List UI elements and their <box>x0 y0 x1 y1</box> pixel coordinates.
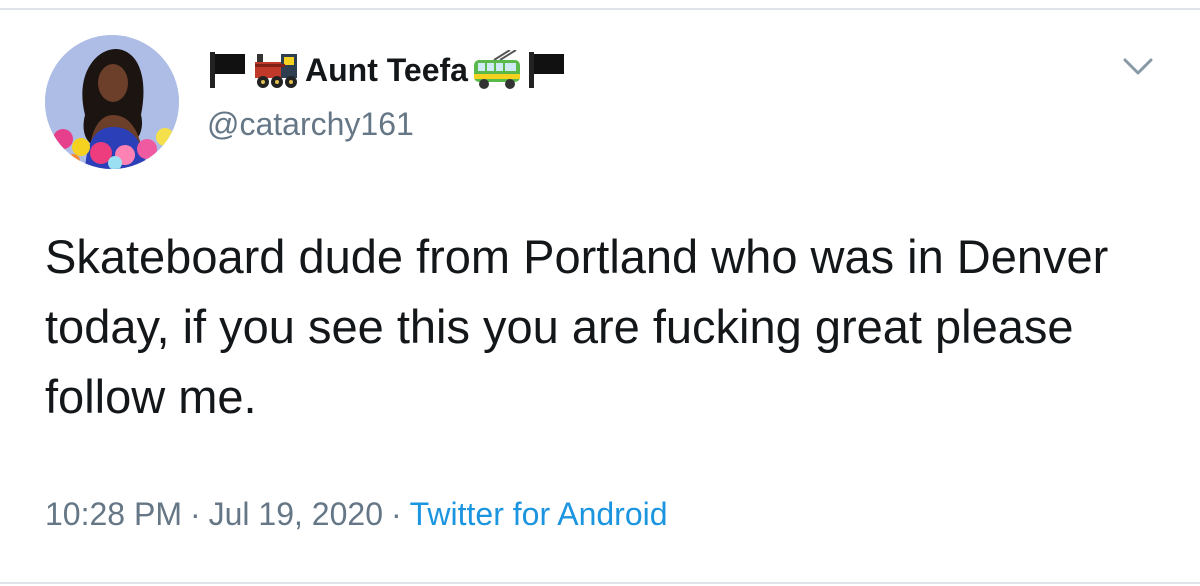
bottom-divider <box>0 582 1200 584</box>
tweet-date[interactable]: Jul 19, 2020 <box>209 496 383 532</box>
tweet-card: Aunt Teefa @catarchy161 Skateboard dude … <box>0 0 1200 586</box>
user-handle[interactable]: @catarchy161 <box>207 106 414 143</box>
tweet-source-link[interactable]: Twitter for Android <box>410 496 668 532</box>
trolleybus-icon <box>472 49 522 90</box>
black-flag-icon <box>526 50 568 90</box>
tweet-time[interactable]: 10:28 PM <box>45 496 182 532</box>
tweet-metadata: 10:28 PM · Jul 19, 2020 · Twitter for Androi… <box>45 496 668 533</box>
chevron-down-icon[interactable] <box>1120 52 1156 80</box>
black-flag-icon <box>207 50 249 90</box>
meta-separator: · <box>189 496 201 532</box>
name-row[interactable]: Aunt Teefa <box>207 48 568 92</box>
tweet-text: Skateboard dude from Portland who was in… <box>45 230 1109 423</box>
display-name[interactable]: Aunt Teefa <box>305 52 468 89</box>
meta-separator: · <box>390 496 402 532</box>
locomotive-icon <box>253 50 301 90</box>
avatar-illustration <box>45 35 179 169</box>
avatar[interactable] <box>45 35 179 169</box>
